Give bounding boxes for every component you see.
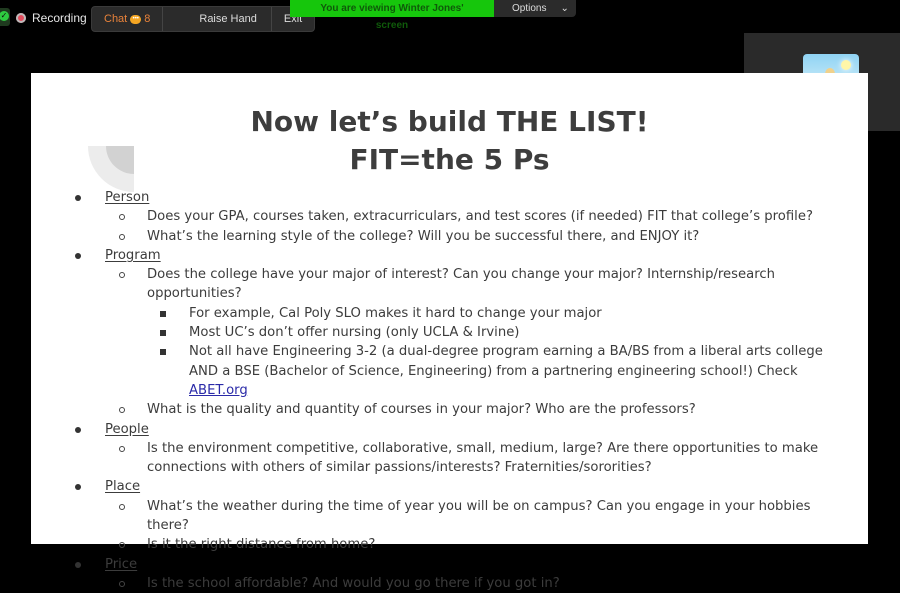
subsubitem-text: Not all have Engineering 3-2 (a dual-deg… bbox=[189, 344, 823, 379]
list-item-people: People bbox=[31, 420, 868, 439]
list-subitem: What is the quality and quantity of cour… bbox=[31, 400, 868, 419]
hollow-bullet-icon bbox=[119, 503, 125, 510]
subsubitem-text: Most UC’s don’t offer nursing (only UCLA… bbox=[189, 325, 520, 341]
bullet-icon bbox=[75, 426, 81, 433]
five-ps-list: Person Does your GPA, courses taken, ext… bbox=[31, 188, 868, 593]
bullet-icon bbox=[75, 195, 81, 201]
raise-hand-label: Raise Hand bbox=[199, 13, 257, 25]
bullet-icon bbox=[75, 561, 81, 568]
hollow-bullet-icon bbox=[119, 233, 125, 240]
hollow-bullet-icon bbox=[119, 445, 125, 452]
slide-title-line1: Now let’s build THE LIST! bbox=[250, 105, 649, 138]
subitem-text: Is it the right distance from home? bbox=[147, 537, 376, 553]
viewing-screen-text: You are viewing Winter Jones' screen bbox=[290, 0, 494, 31]
subitem-text: Is the school affordable? And would you … bbox=[147, 575, 560, 591]
section-heading: Program bbox=[105, 247, 161, 263]
list-subsubitem: Not all have Engineering 3-2 (a dual-deg… bbox=[31, 342, 868, 400]
slide-title-line2: FIT=the 5 Ps bbox=[349, 143, 550, 176]
list-subitem: What’s the learning style of the college… bbox=[31, 227, 868, 246]
recording-label: Recording bbox=[32, 11, 87, 25]
list-subsubitem: Most UC’s don’t offer nursing (only UCLA… bbox=[31, 323, 868, 342]
chat-count-badge: 8 bbox=[144, 13, 151, 25]
check-icon: ✓ bbox=[0, 11, 9, 21]
screen-share-banner: You are viewing Winter Jones' screen Opt… bbox=[290, 0, 576, 31]
shared-slide: Now let’s build THE LIST! FIT=the 5 Ps P… bbox=[31, 73, 868, 591]
subitem-text: Is the environment competitive, collabor… bbox=[147, 440, 819, 476]
raise-hand-button[interactable]: Raise Hand bbox=[163, 7, 272, 31]
options-label: Options bbox=[512, 3, 547, 14]
hollow-bullet-icon bbox=[119, 214, 125, 221]
chevron-down-icon: ⌄ bbox=[560, 3, 569, 14]
hollow-bullet-icon bbox=[119, 272, 125, 279]
subsubitem-text: For example, Cal Poly SLO makes it hard … bbox=[189, 305, 602, 321]
section-heading: People bbox=[105, 421, 149, 437]
list-subitem: Does your GPA, courses taken, extracurri… bbox=[31, 207, 868, 226]
recording-dot-icon bbox=[16, 13, 26, 23]
hollow-bullet-icon bbox=[119, 407, 125, 414]
section-heading: Person bbox=[105, 190, 150, 205]
subitem-text: What is the quality and quantity of cour… bbox=[147, 402, 696, 418]
list-subitem: Does the college have your major of inte… bbox=[31, 265, 868, 304]
list-subitem: Is the environment competitive, collabor… bbox=[31, 439, 868, 478]
list-item-price: Price bbox=[31, 555, 868, 574]
abet-link[interactable]: ABET.org bbox=[189, 383, 248, 398]
chat-button[interactable]: Chat ••• 8 bbox=[92, 7, 164, 31]
bullet-icon bbox=[75, 252, 81, 259]
hollow-bullet-icon bbox=[119, 542, 125, 549]
list-subitem: Is it the right distance from home? bbox=[31, 535, 868, 554]
subitem-text: What’s the learning style of the college… bbox=[147, 228, 700, 244]
sun-icon bbox=[841, 60, 851, 70]
list-item-place: Place bbox=[31, 477, 868, 496]
chat-bubble-icon: ••• bbox=[130, 14, 142, 24]
list-subitem: Is the school affordable? And would you … bbox=[31, 574, 868, 593]
square-bullet-icon bbox=[160, 330, 166, 337]
square-bullet-icon bbox=[160, 310, 166, 317]
slide-title: Now let’s build THE LIST! FIT=the 5 Ps bbox=[31, 103, 868, 179]
hollow-bullet-icon bbox=[119, 580, 125, 587]
subitem-text: What’s the weather during the time of ye… bbox=[147, 498, 811, 534]
section-heading: Price bbox=[105, 556, 138, 572]
subitem-text: Does your GPA, courses taken, extracurri… bbox=[147, 209, 813, 225]
square-bullet-icon bbox=[160, 349, 166, 356]
section-heading: Place bbox=[105, 479, 141, 495]
list-subitem: What’s the weather during the time of ye… bbox=[31, 497, 868, 536]
list-item-program: Program bbox=[31, 246, 868, 265]
list-item-person: Person bbox=[31, 188, 868, 207]
security-shield-icon[interactable]: ✓ bbox=[0, 8, 10, 26]
options-dropdown[interactable]: Options ⌄ bbox=[494, 0, 576, 17]
bullet-icon bbox=[75, 484, 81, 491]
meeting-toolbar: Chat ••• 8 Raise Hand Exit bbox=[91, 6, 316, 32]
recording-indicator: Recording bbox=[16, 11, 87, 25]
chat-label: Chat bbox=[104, 13, 128, 25]
subitem-text: Does the college have your major of inte… bbox=[147, 267, 775, 302]
list-subsubitem: For example, Cal Poly SLO makes it hard … bbox=[31, 304, 868, 323]
